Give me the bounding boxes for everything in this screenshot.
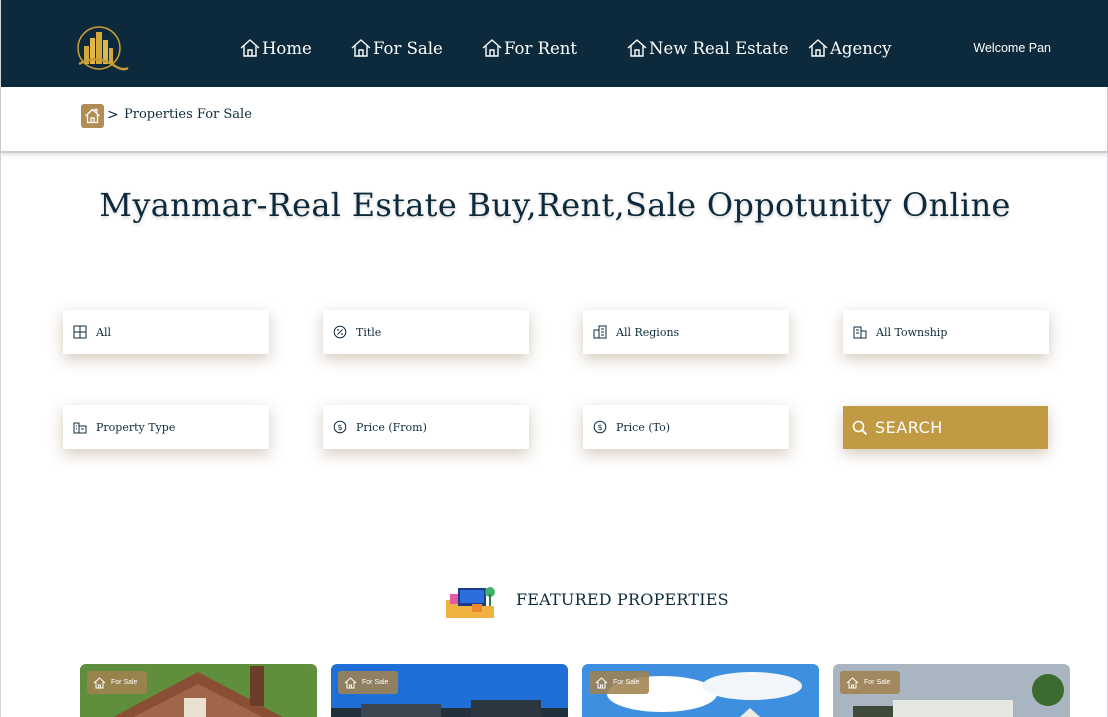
property-type-select-value: Property Type: [96, 420, 176, 434]
nav-home-label: Home: [262, 39, 312, 58]
region-select[interactable]: All Regions: [583, 310, 789, 354]
title-select[interactable]: Title: [323, 310, 529, 354]
nav-for-sale-label: For Sale: [373, 39, 443, 58]
home-icon: [93, 676, 106, 688]
region-select-value: All Regions: [616, 325, 680, 339]
for-sale-badge-label: For Sale: [864, 679, 891, 686]
top-navigation-bar: Home For Sale For Rent New Real Estate A…: [1, 0, 1108, 87]
building-icon: [73, 422, 87, 434]
price-from-select[interactable]: $ Price (From): [323, 405, 529, 449]
home-icon: [85, 108, 100, 124]
discount-badge-icon: [333, 325, 347, 339]
price-to-select-value: Price (To): [616, 420, 671, 434]
breadcrumb-separator: >: [107, 107, 119, 123]
home-icon: [240, 39, 260, 57]
home-icon: [344, 676, 357, 688]
nav-for-sale[interactable]: For Sale: [350, 38, 443, 58]
township-select[interactable]: All Township: [843, 310, 1049, 354]
category-select[interactable]: All: [63, 310, 269, 354]
for-sale-badge-label: For Sale: [111, 679, 138, 686]
svg-text:$: $: [597, 423, 602, 432]
welcome-user[interactable]: Welcome Pan: [973, 41, 1051, 55]
nav-for-rent-label: For Rent: [504, 39, 578, 58]
township-select-value: All Township: [876, 325, 948, 339]
for-sale-badge-label: For Sale: [613, 679, 640, 686]
home-icon: [595, 676, 608, 688]
page-title: Myanmar-Real Estate Buy,Rent,Sale Oppotu…: [99, 186, 1011, 224]
nav-agency[interactable]: Agency: [807, 38, 891, 58]
svg-text:$: $: [337, 423, 342, 432]
featured-properties-icon: [446, 587, 495, 618]
price-to-select[interactable]: $ Price (To): [583, 405, 789, 449]
price-from-select-value: Price (From): [356, 420, 427, 434]
breadcrumb-home-button[interactable]: [81, 104, 104, 128]
for-sale-badge: For Sale: [840, 671, 901, 694]
search-icon: [852, 420, 868, 435]
for-sale-badge-label: For Sale: [362, 679, 389, 686]
nav-agency-label: Agency: [830, 39, 892, 58]
buildings-icon: [593, 325, 607, 339]
home-icon: [351, 39, 371, 57]
home-icon: [627, 39, 647, 57]
property-type-select[interactable]: Property Type: [63, 405, 269, 449]
home-icon: [482, 39, 502, 57]
property-card[interactable]: For Sale: [833, 664, 1070, 717]
property-card[interactable]: For Sale: [331, 664, 568, 717]
dollar-icon: $: [333, 420, 347, 434]
nav-for-rent[interactable]: For Rent: [481, 38, 577, 58]
nav-home[interactable]: Home: [239, 38, 312, 58]
grid-icon: [73, 325, 87, 339]
title-select-value: Title: [356, 325, 382, 339]
for-sale-badge: For Sale: [589, 671, 650, 694]
for-sale-badge: For Sale: [338, 671, 399, 694]
featured-properties-title: FEATURED PROPERTIES: [516, 590, 729, 609]
breadcrumb-current: Properties For Sale: [124, 107, 252, 122]
property-card[interactable]: For Sale: [582, 664, 819, 717]
search-button[interactable]: SEARCH: [843, 406, 1048, 449]
category-select-value: All: [96, 325, 111, 339]
city-icon: [853, 326, 867, 339]
home-icon: [808, 39, 828, 57]
for-sale-badge: For Sale: [87, 671, 148, 694]
nav-new-real-estate-label: New Real Estate: [649, 39, 789, 58]
property-card[interactable]: For Sale: [80, 664, 317, 717]
logo-icon[interactable]: [75, 24, 129, 74]
home-icon: [846, 676, 859, 688]
nav-new-real-estate[interactable]: New Real Estate: [626, 38, 789, 58]
breadcrumb: > Properties For Sale: [1, 87, 1107, 153]
search-button-label: SEARCH: [875, 418, 943, 437]
dollar-icon: $: [593, 420, 607, 434]
